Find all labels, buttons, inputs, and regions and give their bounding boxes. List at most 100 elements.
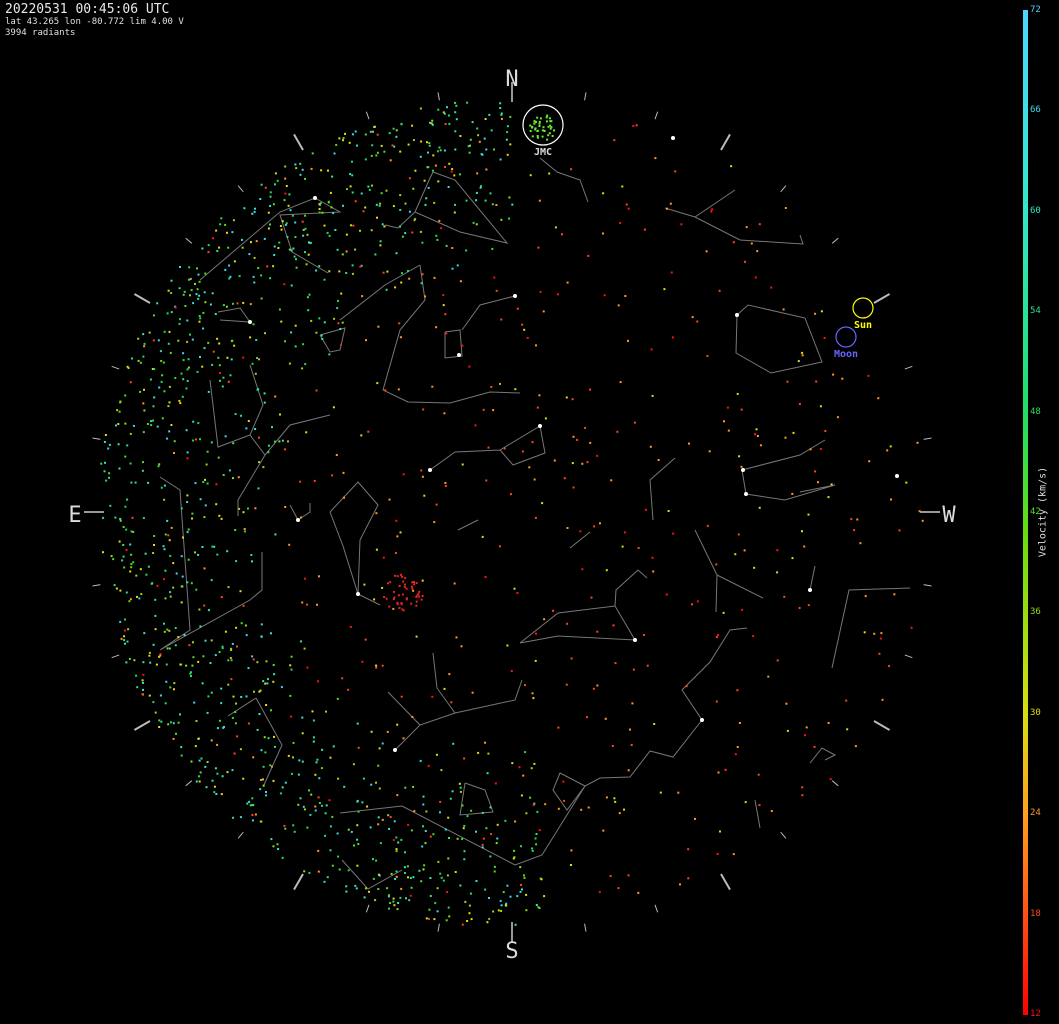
radiant-point: [234, 413, 237, 415]
radiant-point: [454, 148, 457, 151]
radiant-point: [617, 887, 620, 890]
radiant-point: [736, 392, 739, 395]
radiant-point: [124, 505, 127, 508]
radiant-point: [125, 549, 128, 551]
radiant-point: [294, 345, 297, 348]
radiant-point: [220, 793, 223, 796]
radiant-point: [532, 697, 535, 700]
radiant-point: [179, 318, 181, 321]
radiant-point: [423, 179, 426, 182]
radiant-point: [411, 124, 414, 127]
radiant-point: [402, 473, 405, 476]
radiant-point: [561, 233, 563, 236]
radiant-point: [669, 202, 672, 205]
radiant-point: [186, 531, 189, 534]
radiant-point: [245, 695, 248, 698]
radiant-point: [270, 632, 272, 635]
radiant-point: [251, 814, 254, 816]
radiant-point: [394, 286, 397, 289]
radiant-point: [386, 730, 389, 733]
radiant-point: [470, 809, 473, 812]
radiant-point: [363, 896, 366, 899]
radiant-point: [299, 797, 302, 800]
radiant-point: [478, 140, 481, 143]
radiant-point: [237, 476, 240, 479]
radiant-point: [314, 773, 317, 776]
radiant-point: [188, 644, 191, 647]
radiant-point: [202, 655, 205, 658]
radiant-point: [345, 250, 348, 253]
radiant-point: [853, 529, 856, 532]
radiant-point: [438, 219, 441, 222]
radiant-point: [556, 293, 559, 296]
radiant-point: [326, 231, 329, 234]
radiant-point: [338, 270, 341, 273]
radiant-point: [841, 377, 844, 380]
radiant-point: [180, 746, 183, 749]
colorbar-tick-label: 54: [1030, 306, 1041, 317]
colorbar-tick-label: 36: [1030, 607, 1041, 618]
radiant-point: [396, 794, 399, 797]
radiant-point: [354, 248, 357, 251]
horizon-ticks: [84, 82, 940, 942]
radiant-point: [199, 498, 202, 501]
radiant-point: [459, 280, 462, 283]
radiant-point: [310, 793, 313, 796]
radiant-point: [434, 902, 437, 905]
radiant-point: [149, 378, 152, 381]
radiant-point: [288, 248, 291, 251]
radiant-point: [137, 337, 140, 340]
radiant-point: [329, 849, 332, 852]
radiant-point: [239, 748, 242, 751]
radiant-point: [131, 357, 133, 360]
radiant-point: [272, 845, 275, 848]
radiant-point: [341, 677, 344, 680]
radiant-point: [541, 135, 544, 138]
radiant-point: [279, 792, 282, 795]
radiant-point: [306, 603, 309, 606]
radiant-point: [809, 448, 812, 451]
radiant-point: [521, 323, 524, 326]
radiant-point: [440, 876, 443, 879]
radiant-point: [396, 908, 399, 911]
radiant-point: [393, 904, 396, 907]
radiant-point: [167, 405, 170, 408]
radiant-point: [209, 303, 212, 306]
radiant-point: [467, 145, 470, 148]
radiant-point: [536, 810, 539, 813]
radiant-point: [204, 765, 207, 768]
radiant-point: [722, 611, 725, 614]
radiant-point: [152, 314, 155, 317]
radiant-point: [522, 774, 525, 777]
radiant-point: [301, 732, 304, 735]
radiant-point: [547, 125, 550, 128]
radiant-point: [269, 223, 271, 226]
radiant-point: [332, 745, 335, 748]
radiant-point: [448, 122, 451, 125]
radiant-point: [148, 654, 151, 657]
constellation-line: [227, 697, 257, 717]
radiant-point: [124, 618, 126, 621]
radiant-point: [280, 686, 283, 689]
horizon-tick: [923, 437, 932, 440]
radiant-point: [163, 630, 166, 633]
colorbar-tick-label: 48: [1030, 406, 1041, 417]
radiant-point: [420, 282, 423, 285]
radiant-point: [194, 551, 196, 554]
radiant-point: [230, 659, 233, 662]
radiant-point: [359, 229, 361, 232]
radiant-point: [329, 191, 332, 194]
star: [457, 353, 461, 357]
radiant-point: [918, 510, 921, 513]
constellation-line: [382, 264, 521, 404]
constellation-line: [159, 476, 263, 651]
radiant-point: [293, 830, 296, 833]
radiant-point: [180, 507, 183, 510]
radiant-point: [166, 628, 169, 631]
radiant-point: [756, 435, 759, 437]
radiant-point: [421, 595, 424, 597]
radiant-point: [466, 920, 469, 922]
radiant-point: [281, 856, 284, 859]
radiant-point: [459, 790, 462, 793]
radiant-point: [164, 533, 167, 536]
